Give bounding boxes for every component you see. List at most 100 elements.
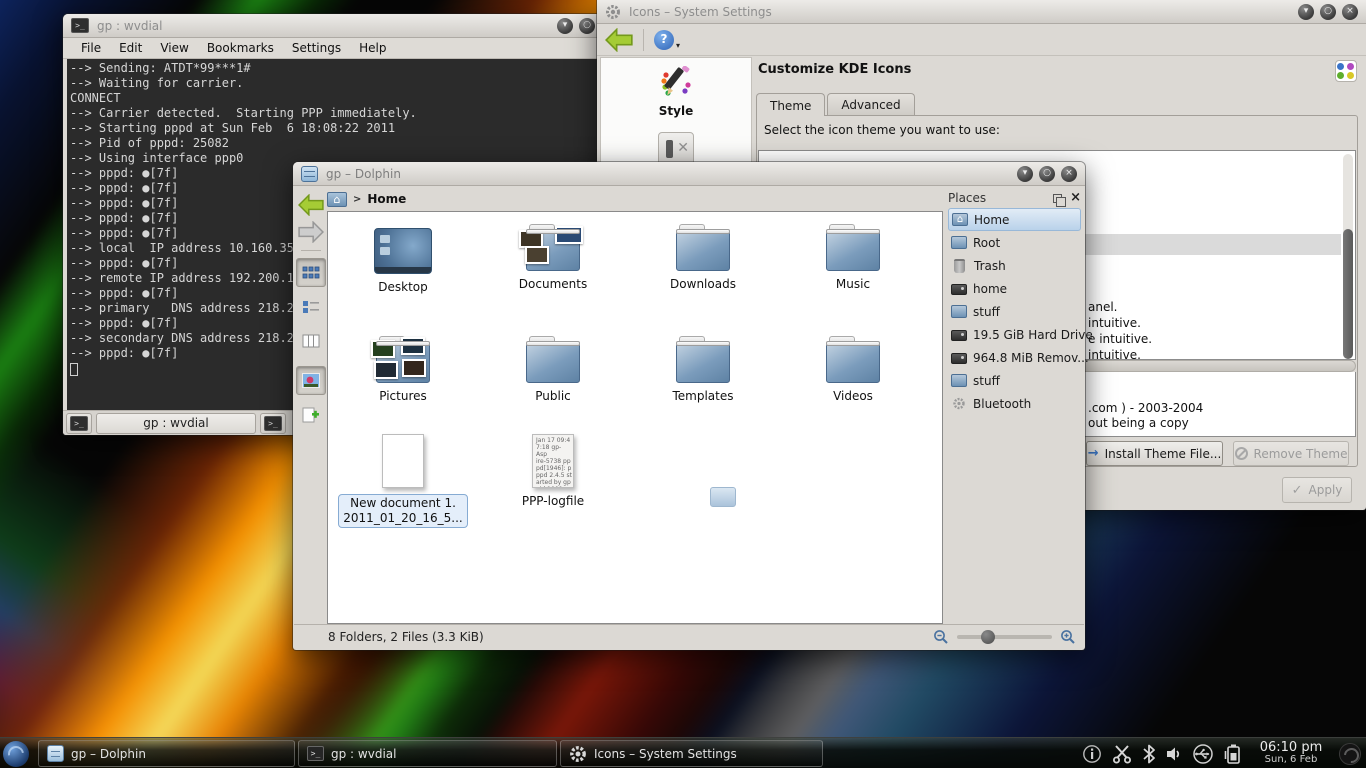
folder-item-videos[interactable]: Videos (788, 334, 918, 404)
new-tab-button[interactable]: >_ (66, 413, 92, 434)
icons-view-button[interactable] (296, 258, 326, 287)
apply-button[interactable]: ✓ Apply (1282, 477, 1352, 503)
menu-edit[interactable]: Edit (111, 40, 150, 56)
folder-item-pictures[interactable]: Pictures (338, 334, 468, 404)
app-launcher-button[interactable] (3, 741, 29, 767)
sidebar-item-tools-icon[interactable] (658, 132, 694, 166)
clipboard-scissors-icon[interactable] (1111, 744, 1133, 764)
folder-item-desktop[interactable]: Desktop (338, 222, 468, 295)
zoom-out-icon[interactable] (933, 629, 949, 645)
zoom-in-icon[interactable] (1060, 629, 1076, 645)
page-title: Customize KDE Icons (758, 62, 911, 77)
folder-item-templates[interactable]: Templates (638, 334, 768, 404)
maximize-button[interactable]: ○ (1039, 166, 1055, 182)
remove-theme-button[interactable]: Remove Theme (1233, 441, 1349, 466)
folder-view[interactable]: Desktop Documents Downloads Music (327, 211, 943, 624)
place-item-home-partition[interactable]: home (948, 277, 1081, 300)
help-button[interactable]: ? ▾ (654, 30, 680, 50)
blank-document-icon (382, 434, 424, 488)
maximize-button[interactable]: ○ (579, 18, 595, 34)
place-item-hard-drive[interactable]: 19.5 GiB Hard Drive (948, 323, 1081, 346)
place-item-bluetooth[interactable]: Bluetooth (948, 392, 1081, 415)
folder-icon (676, 231, 730, 271)
place-item-stuff-2[interactable]: stuff (948, 369, 1081, 392)
split-view-button[interactable] (296, 400, 326, 429)
panel-toolbox-cashew-icon[interactable] (1339, 743, 1361, 765)
menu-bookmarks[interactable]: Bookmarks (199, 40, 282, 56)
terminal-icon: >_ (264, 416, 282, 431)
taskbar-task-wvdial[interactable]: >_ gp : wvdial (298, 740, 557, 767)
scrollbar-thumb[interactable] (1343, 229, 1353, 359)
back-button[interactable] (605, 28, 633, 52)
check-icon: ✓ (1292, 483, 1303, 498)
back-button[interactable] (298, 194, 324, 216)
bluetooth-icon[interactable] (1142, 744, 1156, 764)
file-item-new-document[interactable]: New document 1. 2011_01_20_16_5... (338, 434, 468, 528)
chevron-down-icon: ▾ (676, 41, 680, 50)
tab-list-button[interactable]: >_ (260, 413, 286, 434)
folder-icon (826, 231, 880, 271)
terminal-menubar: File Edit View Bookmarks Settings Help (63, 38, 603, 59)
usb-device-notifier-icon[interactable] (1192, 743, 1214, 765)
dolphin-toolbar (294, 188, 327, 624)
home-icon: ⌂ (952, 213, 968, 226)
tab-theme[interactable]: Theme (756, 93, 825, 116)
terminal-titlebar[interactable]: >_ gp : wvdial ▾ ○ (63, 14, 603, 38)
sidebar-item-label: Style (659, 104, 693, 118)
battery-icon[interactable] (1223, 743, 1243, 765)
menu-view[interactable]: View (152, 40, 196, 56)
details-view-button[interactable] (296, 292, 326, 321)
file-item-ppp-logfile[interactable]: Jan 17 09:4 7:18 gp-Asp ire-5738 pp pd[1… (488, 434, 618, 509)
breadcrumb: ⌂ > Home (327, 187, 406, 211)
close-button[interactable]: × (1342, 4, 1358, 20)
columns-view-button[interactable] (296, 326, 326, 355)
install-theme-button[interactable]: → Install Theme File... (1086, 441, 1223, 466)
menu-file[interactable]: File (73, 40, 109, 56)
menu-settings[interactable]: Settings (284, 40, 349, 56)
dolphin-titlebar[interactable]: gp – Dolphin ▾ ○ × (293, 162, 1085, 186)
minimize-button[interactable]: ▾ (1017, 166, 1033, 182)
terminal-app-icon: >_ (71, 18, 89, 33)
zoom-slider-handle[interactable] (981, 630, 995, 644)
tab-advanced[interactable]: Advanced (827, 93, 914, 115)
folder-icon (951, 236, 967, 249)
system-settings-toolbar: ? ▾ (597, 24, 1366, 56)
scrollbar-track[interactable] (1343, 154, 1353, 356)
place-item-stuff[interactable]: stuff (948, 300, 1081, 323)
terminal-tab[interactable]: gp : wvdial (96, 413, 256, 434)
digital-clock[interactable]: 06:10 pm Sun, 6 Feb (1252, 742, 1330, 766)
folder-icon (676, 343, 730, 383)
home-folder-icon[interactable]: ⌂ (327, 192, 347, 207)
dolphin-statusbar: 8 Folders, 2 Files (3.3 KiB) (294, 624, 1084, 649)
folder-item-downloads[interactable]: Downloads (638, 222, 768, 292)
place-item-root[interactable]: Root (948, 231, 1081, 254)
maximize-button[interactable]: ○ (1320, 4, 1336, 20)
info-icon[interactable] (1082, 744, 1102, 764)
preview-button[interactable] (296, 366, 326, 395)
minimize-button[interactable]: ▾ (557, 18, 573, 34)
sidebar-item-style[interactable]: Style (601, 58, 751, 118)
folder-icon (826, 343, 880, 383)
place-item-removable[interactable]: 964.8 MiB Remov... (948, 346, 1081, 369)
arrow-right-icon: → (1088, 446, 1099, 461)
volume-icon[interactable] (1165, 745, 1183, 763)
folder-item-public[interactable]: Public (488, 334, 618, 404)
places-panel-header: Places × (948, 188, 1081, 208)
terminal-cursor (70, 363, 78, 376)
folder-item-music[interactable]: Music (788, 222, 918, 292)
close-button[interactable]: × (1061, 166, 1077, 182)
zoom-slider[interactable] (957, 635, 1052, 639)
places-title: Places (948, 191, 1053, 205)
breadcrumb-home[interactable]: Home (367, 192, 406, 206)
place-item-home[interactable]: ⌂ Home (948, 208, 1081, 231)
float-panel-icon[interactable] (1053, 194, 1062, 203)
taskbar-task-system-settings[interactable]: Icons – System Settings (560, 740, 823, 767)
system-settings-titlebar[interactable]: Icons – System Settings ▾ ○ × (597, 0, 1366, 24)
menu-help[interactable]: Help (351, 40, 394, 56)
taskbar-task-dolphin[interactable]: gp – Dolphin (38, 740, 295, 767)
minimize-button[interactable]: ▾ (1298, 4, 1314, 20)
folder-item-documents[interactable]: Documents (488, 222, 618, 292)
forward-button[interactable] (298, 221, 324, 243)
place-item-trash[interactable]: Trash (948, 254, 1081, 277)
close-panel-icon[interactable]: × (1070, 192, 1081, 204)
